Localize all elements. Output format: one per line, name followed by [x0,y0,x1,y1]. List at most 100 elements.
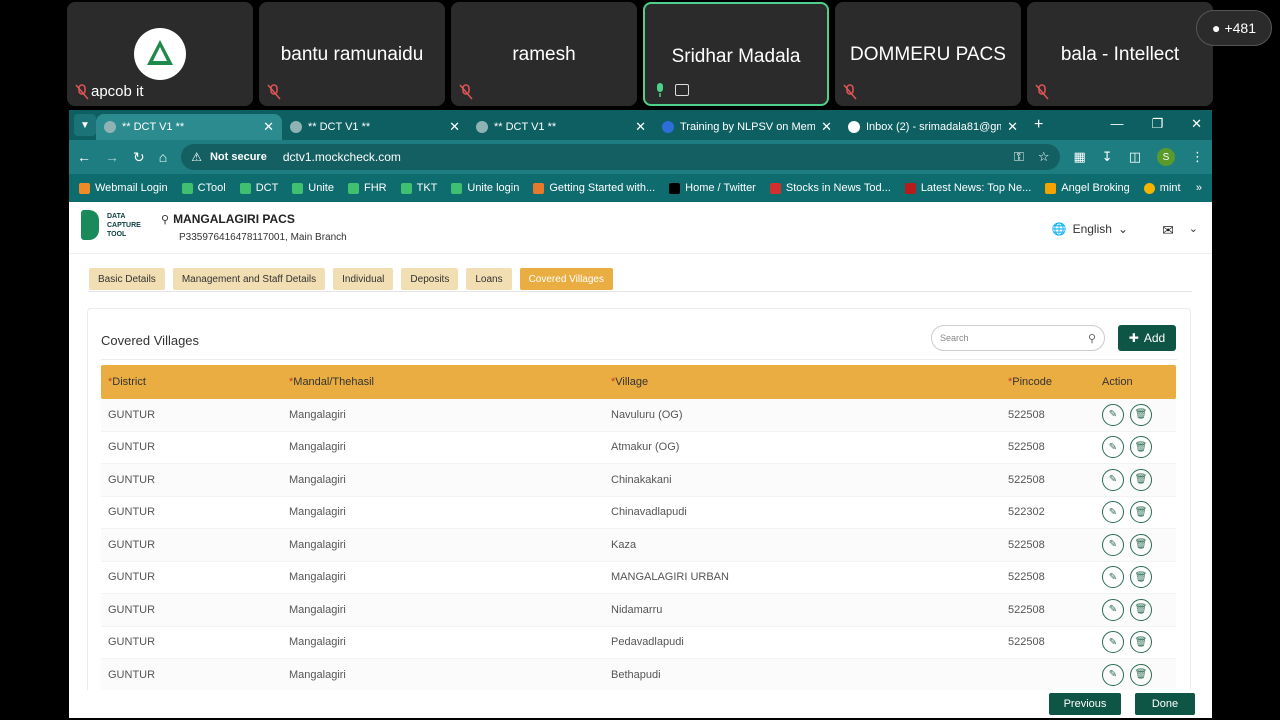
bookmark-icon [451,182,463,194]
edit-icon[interactable]: ✎ [1102,468,1124,491]
browser-tab[interactable]: ** DCT V1 ** ✕ [96,114,282,140]
delete-icon[interactable]: 🗑 [1130,598,1152,621]
mic-off-icon [459,84,473,100]
language-selector[interactable]: 🌐 English ⌄ [1052,222,1128,236]
tab-covered-villages[interactable]: Covered Villages [519,268,613,290]
side-panel-icon[interactable]: ◫ [1129,149,1141,165]
bookmark-item[interactable]: Getting Started with... [533,182,655,194]
forward-icon[interactable]: → [105,149,119,165]
bookmark-item[interactable]: Angel Broking [1045,182,1130,194]
bookmark-item[interactable]: mint [1143,182,1181,194]
bookmark-item[interactable]: DCT [239,182,278,194]
participant-tile[interactable]: apcob it [67,2,253,106]
close-window-icon[interactable]: ✕ [1191,116,1202,132]
add-button[interactable]: ✚ Add [1118,325,1176,351]
cell-district: GUNTUR [108,603,156,616]
delete-icon[interactable]: 🗑 [1130,566,1152,589]
minimize-icon[interactable]: — [1110,116,1123,132]
cell-mandal: Mangalagiri [289,506,346,519]
delete-icon[interactable]: 🗑 [1130,403,1152,426]
bookmark-item[interactable]: Webmail Login [79,182,168,194]
edit-icon[interactable]: ✎ [1102,566,1124,589]
previous-button[interactable]: Previous [1049,693,1121,715]
delete-icon[interactable]: 🗑 [1130,501,1152,524]
bookmark-label: CTool [197,182,226,194]
cell-mandal: Mangalagiri [289,571,346,584]
browser-tab[interactable]: ** DCT V1 ** ✕ [468,114,654,140]
security-indicator[interactable]: Not secure [210,151,267,163]
bookmark-label: FHR [363,182,387,194]
bookmark-item[interactable]: TKT [400,182,437,194]
home-icon[interactable]: ⌂ [159,149,167,165]
tab-deposits[interactable]: Deposits [401,268,459,290]
tab-loans[interactable]: Loans [466,268,512,290]
tab-search-button[interactable]: ▼ [74,114,96,136]
close-icon[interactable]: ✕ [635,119,646,135]
extensions-icon[interactable]: ▦ [1074,149,1086,165]
edit-icon[interactable]: ✎ [1102,598,1124,621]
edit-icon[interactable]: ✎ [1102,436,1124,459]
address-bar[interactable]: ⚠ Not secure dctv1.mockcheck.com ⚿ ☆ [181,144,1060,170]
url-text[interactable]: dctv1.mockcheck.com [283,150,401,164]
done-button[interactable]: Done [1135,693,1195,715]
back-icon[interactable]: ← [77,149,91,165]
edit-icon[interactable]: ✎ [1102,403,1124,426]
password-key-icon[interactable]: ⚿ [1014,149,1024,165]
kebab-menu-icon[interactable]: ⋮ [1191,149,1204,165]
chevron-down-icon[interactable]: ⌄ [1189,222,1198,235]
close-icon[interactable]: ✕ [449,119,460,135]
footer-actions: Previous Done [69,690,1212,718]
tab-basic-details[interactable]: Basic Details [89,268,165,290]
cell-pincode: 522508 [1008,603,1045,616]
bookmark-star-icon[interactable]: ☆ [1038,149,1050,165]
bookmark-item[interactable]: CTool [181,182,226,194]
delete-icon[interactable]: 🗑 [1130,468,1152,491]
bookmark-item[interactable]: Home / Twitter [669,182,756,194]
bookmark-label: mint [1159,182,1181,194]
cell-pincode: 522302 [1008,506,1045,519]
more-bookmarks-icon[interactable]: » [1196,182,1202,194]
profile-avatar[interactable]: S [1157,148,1175,166]
tab-title: Training by NLPSV on Mem [680,121,816,133]
delete-icon[interactable]: 🗑 [1130,631,1152,654]
delete-icon[interactable]: 🗑 [1130,436,1152,459]
participant-tile-active-speaker[interactable]: Sridhar Madala [643,2,829,106]
mail-icon[interactable]: ✉ [1162,222,1174,239]
close-icon[interactable]: ✕ [263,119,274,135]
delete-icon[interactable]: 🗑 [1130,663,1152,686]
new-tab-button[interactable]: + [1034,116,1043,134]
delete-icon[interactable]: 🗑 [1130,533,1152,556]
participant-tile[interactable]: bantu ramunaidu [259,2,445,106]
browser-tab[interactable]: ** DCT V1 ** ✕ [282,114,468,140]
bookmark-item[interactable]: Stocks in News Tod... [769,182,891,194]
search-input[interactable]: Search ⚲ [931,325,1105,351]
browser-tab[interactable]: Training by NLPSV on Mem ✕ [654,114,840,140]
restore-icon[interactable]: ❐ [1151,116,1163,132]
tab-management-staff[interactable]: Management and Staff Details [172,268,326,290]
bookmark-item[interactable]: FHR [347,182,387,194]
participants-button[interactable]: ● +481 [1196,10,1272,46]
cell-district: GUNTUR [108,506,156,519]
tab-individual[interactable]: Individual [333,268,394,290]
participant-tile[interactable]: bala - Intellect [1027,2,1213,106]
close-icon[interactable]: ✕ [1007,119,1018,135]
browser-tab[interactable]: Inbox (2) - srimadala81@gm ✕ [840,114,1026,140]
close-icon[interactable]: ✕ [821,119,832,135]
bookmark-item[interactable]: Unite [292,182,334,194]
bookmark-icon [1045,182,1057,194]
edit-icon[interactable]: ✎ [1102,501,1124,524]
participant-tile[interactable]: DOMMERU PACS [835,2,1021,106]
screen-share-icon [675,84,689,96]
edit-icon[interactable]: ✎ [1102,631,1124,654]
logo-text: DATA [107,213,126,220]
warning-icon: ⚠ [191,150,202,164]
edit-icon[interactable]: ✎ [1102,533,1124,556]
bookmark-item[interactable]: Unite login [451,182,519,194]
download-icon[interactable]: ↧ [1102,149,1113,165]
participant-tile[interactable]: ramesh [451,2,637,106]
reload-icon[interactable]: ↻ [133,149,145,166]
bookmark-item[interactable]: Latest News: Top Ne... [904,182,1031,194]
tab-bar: ▼ ** DCT V1 ** ✕ ** DCT V1 ** ✕ ** DCT V… [69,110,1212,140]
table-body: GUNTUR Mangalagiri Navuluru (OG) 522508 ✎ 🗑 GU… [101,399,1176,692]
edit-icon[interactable]: ✎ [1102,663,1124,686]
